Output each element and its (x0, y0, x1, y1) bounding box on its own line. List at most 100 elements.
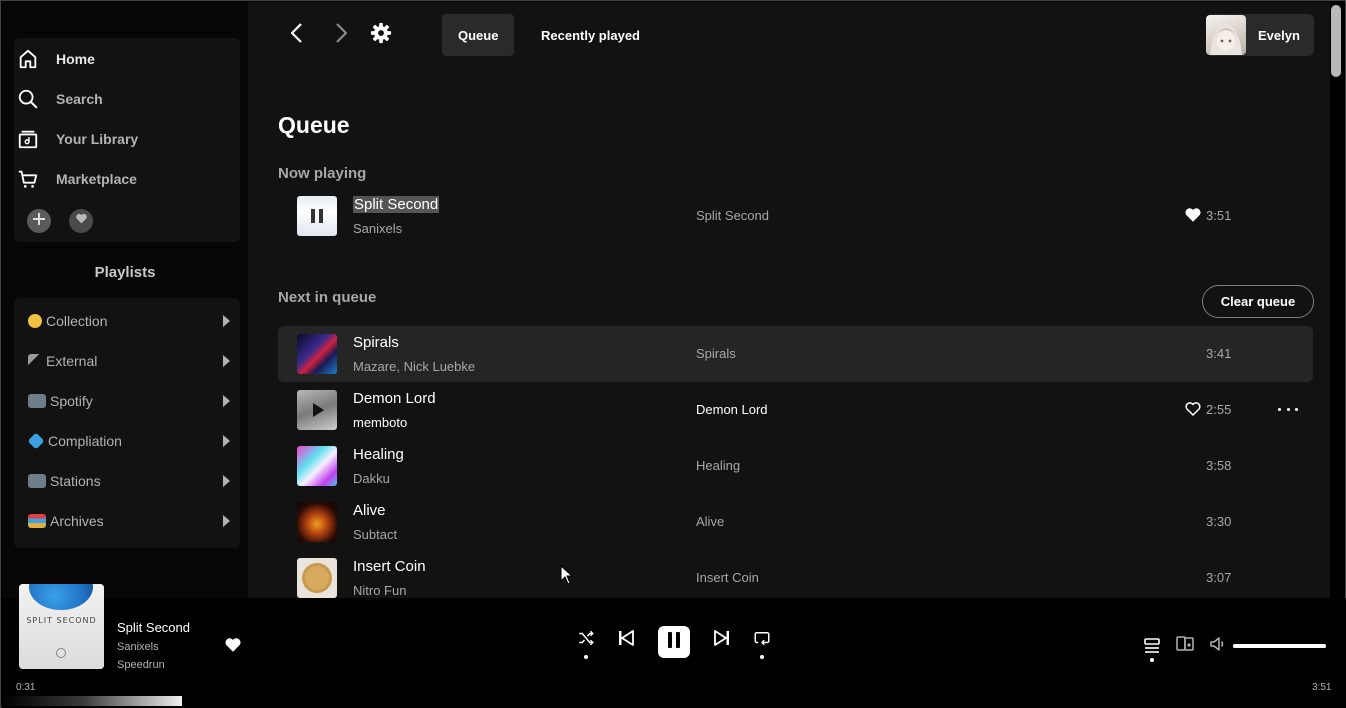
track-album: Healing (696, 458, 741, 473)
volume-slider[interactable] (1233, 644, 1326, 648)
previous-button[interactable] (614, 628, 638, 652)
sidebar-item-label: Your Library (56, 131, 139, 147)
forward-button[interactable] (328, 22, 354, 48)
track-title: Insert Coin (353, 558, 426, 575)
playlist-item-external[interactable]: External (28, 349, 234, 373)
sidebar-item-home[interactable]: Home (16, 47, 95, 71)
liked-songs-button[interactable] (69, 209, 93, 233)
queue-row[interactable]: Alive Subtact Alive 3:30 (278, 494, 1313, 550)
next-button[interactable] (710, 628, 734, 652)
cart-icon (16, 167, 40, 191)
queue-row[interactable]: Spirals Mazare, Nick Luebke Spirals 3:41 (278, 326, 1313, 382)
track-title: Healing (353, 446, 404, 463)
plus-icon (32, 212, 46, 231)
queue-active-indicator (1150, 658, 1154, 662)
now-playing-artist[interactable]: Sanixels (117, 641, 159, 653)
chevron-right-icon (223, 355, 230, 367)
track-artwork (297, 558, 337, 598)
track-artist: Subtact (353, 527, 398, 542)
search-icon (16, 87, 40, 111)
volume-icon (1209, 635, 1227, 658)
playlist-label: Archives (50, 513, 104, 529)
track-title: Split Second (353, 196, 440, 213)
queue-row[interactable]: Insert Coin Nitro Fun Insert Coin 3:07 (278, 550, 1313, 598)
total-time: 3:51 (1312, 682, 1332, 693)
devices-button[interactable] (1173, 634, 1197, 658)
playlist-item-compliation[interactable]: Compliation (27, 429, 234, 453)
chevron-left-icon (289, 22, 305, 49)
playlist-label: Compliation (48, 433, 122, 449)
clear-queue-button[interactable]: Clear queue (1202, 285, 1314, 318)
elapsed-time: 0:31 (16, 682, 36, 693)
radio-icon (28, 394, 46, 408)
repeat-button[interactable] (750, 628, 774, 652)
tab-queue[interactable]: Queue (442, 14, 515, 56)
playlist-label: Spotify (50, 393, 93, 409)
diamond-icon (27, 432, 45, 450)
pause-button[interactable] (658, 626, 690, 658)
home-icon (16, 47, 40, 71)
player-bar: SPLIT SECOND Split Second Sanixels Speed… (2, 584, 1346, 708)
track-album: Demon Lord (696, 402, 768, 417)
user-name: Evelyn (1258, 27, 1300, 43)
playlist-item-spotify[interactable]: Spotify (28, 389, 234, 413)
sidebar-item-marketplace[interactable]: Marketplace (16, 167, 137, 191)
playlist-label: Collection (46, 313, 108, 329)
track-album: Split Second (696, 208, 769, 223)
back-button[interactable] (284, 22, 310, 48)
track-duration: 2:55 (1206, 402, 1232, 417)
add-app-button[interactable] (27, 209, 51, 233)
volume-button[interactable] (1206, 634, 1230, 658)
main-view: Queue Recently played Evelyn Queue Now p… (248, 2, 1330, 598)
track-title: Spirals (353, 334, 399, 351)
chevron-right-icon (223, 515, 230, 527)
shuffle-button[interactable] (574, 628, 598, 652)
progress-bar[interactable] (2, 696, 1346, 706)
now-playing-title[interactable]: Split Second (117, 620, 190, 635)
settings-button[interactable] (369, 22, 393, 49)
radio-icon (28, 474, 46, 488)
sidebar-item-search[interactable]: Search (16, 87, 103, 111)
playlist-item-stations[interactable]: Stations (28, 469, 234, 493)
heart-filled-icon[interactable] (224, 636, 242, 659)
gear-icon (370, 22, 392, 49)
track-album: Insert Coin (696, 570, 759, 585)
playlist-label: External (46, 353, 98, 369)
queue-icon (1143, 637, 1161, 660)
track-artwork (297, 446, 337, 486)
track-duration: 3:07 (1206, 570, 1232, 585)
archive-icon (28, 514, 46, 528)
track-title: Alive (353, 502, 386, 519)
queue-row[interactable]: Demon Lord memboto Demon Lord 2:55 (278, 382, 1313, 438)
queue-button[interactable] (1140, 636, 1164, 660)
disc-icon (28, 314, 42, 328)
queue-row[interactable]: Healing Dakku Healing 3:58 (278, 438, 1313, 494)
now-playing-artwork[interactable]: SPLIT SECOND (19, 584, 104, 669)
playlist-item-collection[interactable]: Collection (28, 309, 234, 333)
now-playing-heading: Now playing (278, 165, 367, 182)
chevron-right-icon (223, 475, 230, 487)
now-playing-album[interactable]: Speedrun (117, 659, 165, 671)
page-title: Queue (278, 112, 350, 138)
mouse-cursor-icon (560, 564, 574, 590)
repeat-icon (753, 629, 771, 652)
volume-fill (1233, 644, 1326, 648)
chevron-right-icon (223, 315, 230, 327)
heart-outline-icon[interactable] (1184, 400, 1202, 418)
more-options-icon[interactable] (1278, 400, 1298, 418)
user-menu-button[interactable]: Evelyn (1206, 14, 1314, 56)
devices-icon (1176, 635, 1194, 658)
repeat-active-indicator (760, 655, 764, 659)
track-title: Demon Lord (353, 390, 436, 407)
tab-recently-played[interactable]: Recently played (525, 14, 656, 56)
track-album: Alive (696, 514, 725, 529)
now-playing-row[interactable]: Split Second Sanixels Split Second 3:51 (278, 188, 1313, 244)
track-artwork (297, 334, 337, 374)
heart-filled-icon[interactable] (1184, 206, 1202, 224)
scrollbar-thumb[interactable] (1331, 5, 1341, 77)
track-artist: Nitro Fun (353, 583, 407, 598)
sidebar: Home Search Your Library Marketplace Pla… (2, 2, 248, 598)
library-icon (16, 127, 40, 151)
playlist-item-archives[interactable]: Archives (28, 509, 234, 533)
sidebar-item-library[interactable]: Your Library (16, 127, 138, 151)
